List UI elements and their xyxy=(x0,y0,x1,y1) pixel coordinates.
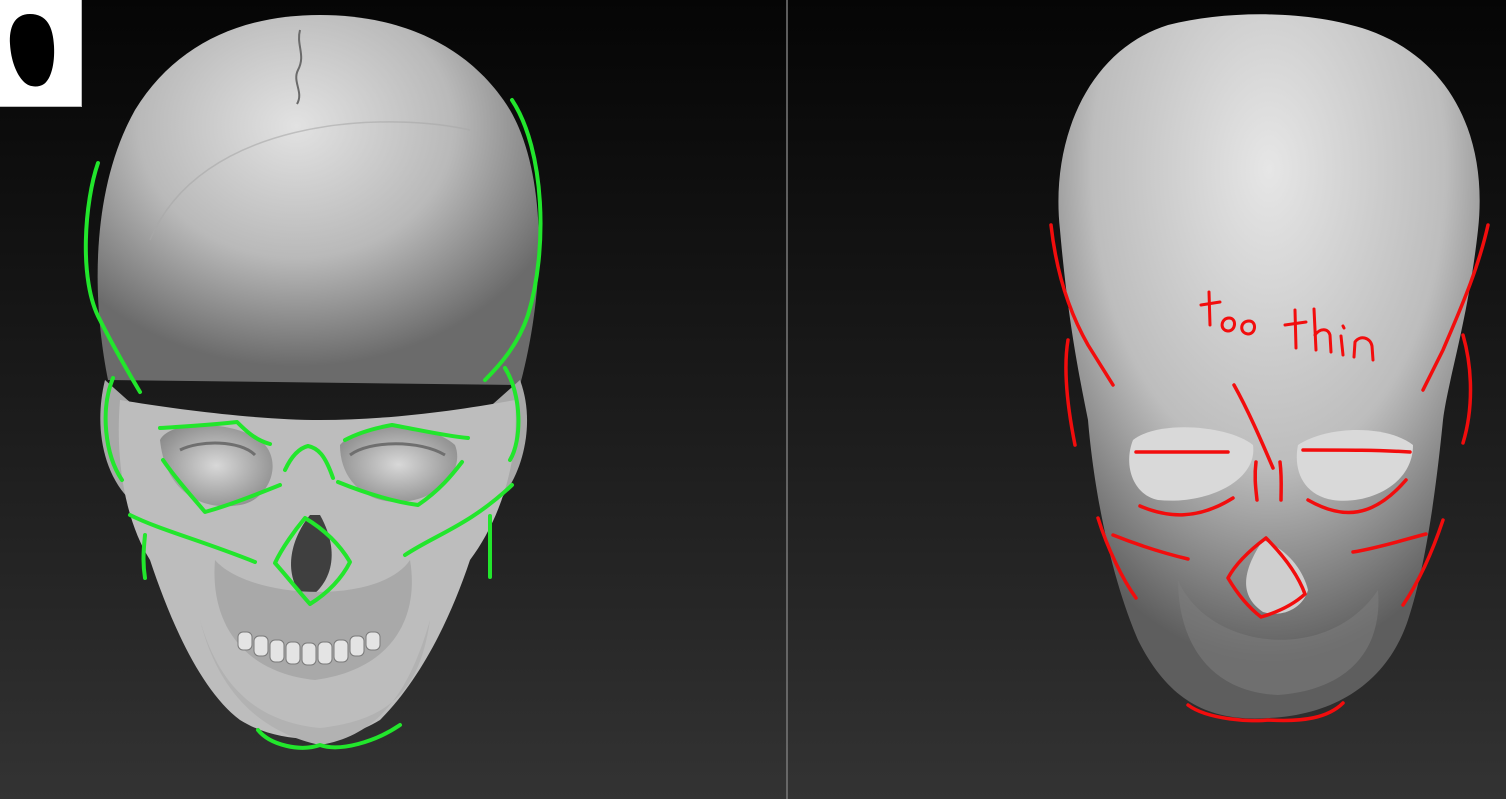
reference-skull-canvas xyxy=(83,15,543,750)
reference-skull xyxy=(97,15,539,745)
reference-viewport[interactable] xyxy=(0,0,786,799)
sculpt-viewport[interactable] xyxy=(788,0,1506,799)
sculpt-skull-canvas xyxy=(1049,14,1490,723)
